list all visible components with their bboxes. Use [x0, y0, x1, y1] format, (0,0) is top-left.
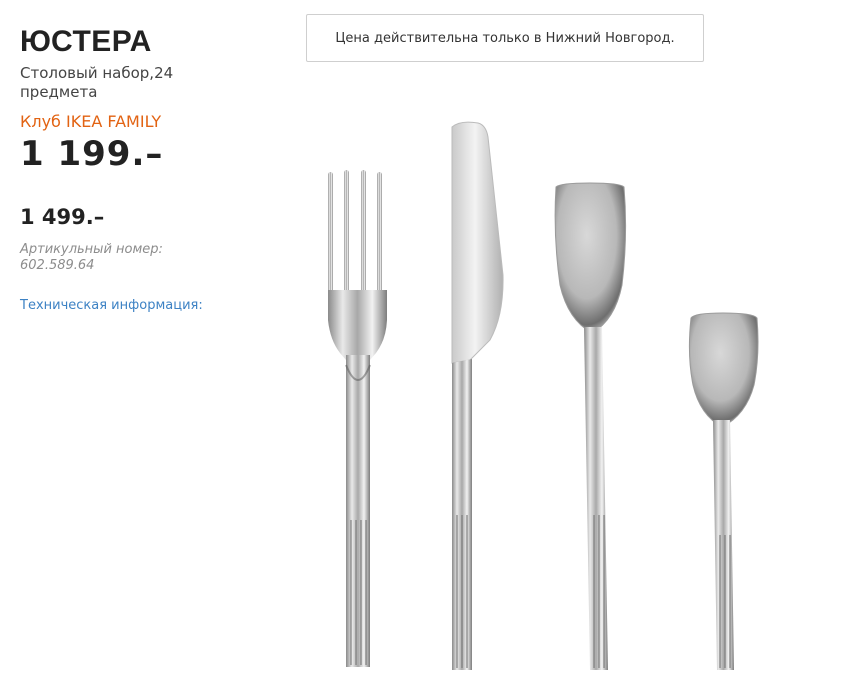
spoon-icon — [554, 182, 627, 670]
product-title: ЮСТЕРА — [20, 25, 152, 58]
price-notice-text: Цена действительна только в Нижний Новго… — [335, 30, 675, 46]
price-notice: Цена действительна только в Нижний Новго… — [306, 14, 704, 62]
product-image — [310, 115, 770, 679]
family-price: 1 199.– — [20, 134, 164, 174]
family-club-label: Клуб IKEA FAMILY — [20, 112, 162, 131]
knife-icon — [451, 121, 504, 670]
teaspoon-icon — [688, 312, 759, 670]
fork-icon — [328, 170, 387, 667]
product-description: Столовый набор,24 предмета — [20, 64, 174, 101]
regular-price: 1 499.– — [20, 205, 105, 229]
article-number: Артикульный номер: 602.589.64 — [20, 242, 163, 273]
technical-info-link[interactable]: Техническая информация: — [20, 297, 203, 315]
